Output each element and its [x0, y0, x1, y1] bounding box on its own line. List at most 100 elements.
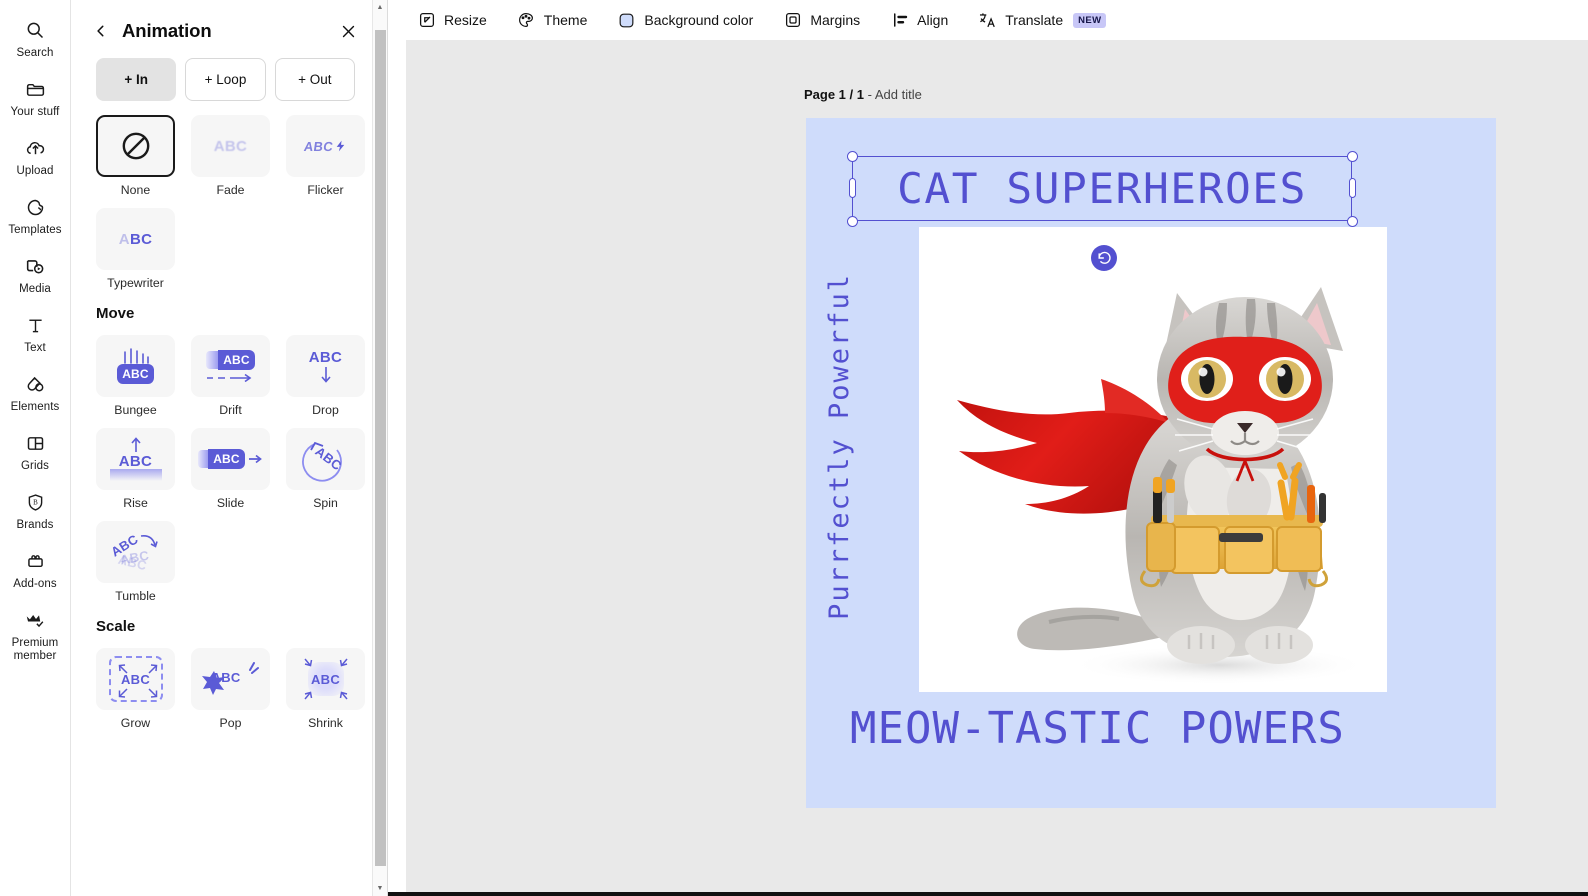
toolbar-resize-button[interactable]: Resize [413, 7, 491, 34]
image-element[interactable] [919, 227, 1387, 692]
animation-option-pop[interactable]: ABC Pop [191, 648, 270, 730]
resize-handle-top-right[interactable] [1346, 150, 1358, 162]
resize-handle-bottom-right[interactable] [1346, 215, 1358, 227]
animation-option-label: Slide [216, 496, 245, 510]
selection-box [852, 156, 1352, 221]
sidebar-item-your-stuff[interactable]: Your stuff [1, 67, 69, 126]
animation-option-label: Rise [123, 496, 148, 510]
animation-option-spin[interactable]: ABC Spin [286, 428, 365, 510]
animation-option-flicker[interactable]: ABC Flicker [286, 115, 365, 197]
animation-option-fade[interactable]: ABC Fade [191, 115, 270, 197]
animation-option-tumble[interactable]: ABC ABC ABC Tumble [96, 521, 175, 603]
align-icon [890, 11, 909, 30]
chevron-left-icon[interactable] [93, 23, 109, 39]
canvas-stage[interactable]: Page 1 / 1 - Add title CAT SUPERHEROES P… [406, 40, 1588, 892]
toolbar-label: Theme [543, 12, 588, 28]
sidebar-item-upload[interactable]: Upload [1, 126, 69, 185]
sidebar-item-search[interactable]: Search [1, 8, 69, 67]
tab-in[interactable]: + In [96, 58, 177, 101]
animation-option-shrink[interactable]: ABC Shrink [286, 648, 365, 730]
animation-option-rise[interactable]: ABC Rise [96, 428, 175, 510]
sidebar-item-grids[interactable]: Grids [1, 421, 69, 480]
animation-type-tabs: + In + Loop + Out [71, 52, 377, 101]
toolbar-translate-button[interactable]: Translate NEW [974, 7, 1110, 34]
animation-option-none[interactable]: None [96, 115, 175, 197]
sidebar-item-templates[interactable]: Templates [1, 185, 69, 244]
templates-icon [22, 194, 48, 220]
tab-out-label: + Out [298, 72, 332, 87]
sidebar-item-media[interactable]: Media [1, 244, 69, 303]
translate-icon [978, 11, 997, 30]
page-title-placeholder[interactable]: - Add title [868, 87, 922, 102]
animation-preview: ABC [191, 428, 270, 490]
sidebar-label: Text [24, 342, 46, 354]
toolbar-margins-button[interactable]: Margins [779, 7, 864, 34]
animation-option-grow[interactable]: ABC Grow [96, 648, 175, 730]
animation-preview: ABC [191, 648, 270, 710]
media-icon [22, 253, 48, 279]
toolbar-theme-button[interactable]: Theme [513, 7, 592, 34]
resize-handle-right[interactable] [1348, 178, 1356, 198]
resize-icon [417, 11, 436, 30]
scroll-down-arrow-icon[interactable]: ▼ [373, 881, 387, 896]
toolbar-background-color-button[interactable]: Background color [613, 7, 757, 34]
left-rail: Search Your stuff Upload Templates Media [0, 0, 71, 896]
animation-grid-move: ABC Bungee ABC Drift ABC Drop ABC Rise A… [71, 329, 377, 603]
editor-root: Search Your stuff Upload Templates Media [0, 0, 1588, 896]
page-label[interactable]: Page 1 / 1 - Add title [804, 87, 922, 102]
page-number: Page 1 / 1 [804, 87, 864, 102]
animation-preview: ABC [96, 648, 175, 710]
resize-handle-top-left[interactable] [846, 150, 858, 162]
animation-option-label: Grow [120, 716, 151, 730]
animation-preview: ABC [96, 208, 175, 270]
tab-out[interactable]: + Out [274, 58, 355, 101]
sidebar-label: Premium member [11, 637, 59, 662]
sidebar-label: Search [16, 47, 54, 59]
animation-panel: Animation + In + Loop + Out None ABC Fad… [71, 0, 388, 896]
sidebar-item-elements[interactable]: Elements [1, 362, 69, 421]
toolbar-align-button[interactable]: Align [886, 7, 952, 34]
resize-handle-left[interactable] [848, 178, 856, 198]
text-icon [22, 312, 48, 338]
main-area: Resize Theme Background color Margins Al… [388, 0, 1588, 896]
animation-preview: ABC [191, 335, 270, 397]
animation-grid-basic: None ABC Fade ABC Flicker A BC Typewrite… [71, 101, 377, 290]
toolbar-label: Margins [810, 12, 861, 28]
palette-icon [517, 11, 536, 30]
animation-option-bungee[interactable]: ABC Bungee [96, 335, 175, 417]
resize-handle-bottom-left[interactable] [846, 215, 858, 227]
rotate-left-icon[interactable] [1091, 245, 1117, 271]
upload-cloud-icon [22, 135, 48, 161]
sidebar-item-text[interactable]: Text [1, 303, 69, 362]
animation-option-label: Pop [219, 716, 242, 730]
sidebar-item-add-ons[interactable]: Add-ons [1, 539, 69, 598]
scrollbar-thumb[interactable] [375, 30, 386, 866]
panel-scrollbar[interactable]: ▲ ▼ [372, 0, 387, 896]
sidebar-label: Your stuff [10, 106, 60, 118]
vertical-text-element[interactable]: Purrfectly Powerful [824, 273, 855, 620]
animation-preview: ABC [191, 115, 270, 177]
sidebar-label: Templates [8, 224, 62, 236]
bottom-bar [388, 892, 1588, 896]
animation-option-slide[interactable]: ABC Slide [191, 428, 270, 510]
tab-loop[interactable]: + Loop [185, 58, 266, 101]
toolbar-label: Resize [444, 12, 487, 28]
sidebar-label: Media [19, 283, 51, 295]
sidebar-item-premium-member[interactable]: Premium member [1, 598, 69, 670]
subtitle-text-element[interactable]: MEOW-TASTIC POWERS [850, 703, 1460, 754]
close-icon[interactable] [339, 22, 357, 40]
scroll-up-arrow-icon[interactable]: ▲ [373, 0, 387, 15]
sidebar-label: Grids [21, 460, 49, 472]
tab-loop-label: + Loop [204, 72, 247, 87]
title-text-element[interactable]: CAT SUPERHEROES [846, 150, 1358, 227]
design-canvas[interactable]: CAT SUPERHEROES Purrfectly Powerful MEOW… [806, 118, 1496, 808]
animation-option-typewriter[interactable]: A BC Typewriter [96, 208, 175, 290]
animation-panel-scroll-area: Animation + In + Loop + Out None ABC Fad… [71, 0, 377, 896]
toolbar-label: Align [917, 12, 949, 28]
animation-grid-scale: ABC Grow ABC Pop ABC Shrink [71, 642, 377, 730]
sidebar-item-brands[interactable]: B Brands [1, 480, 69, 539]
animation-option-drift[interactable]: ABC Drift [191, 335, 270, 417]
animation-option-drop[interactable]: ABC Drop [286, 335, 365, 417]
animation-option-label: Bungee [114, 403, 157, 417]
animation-option-label: Flicker [307, 183, 344, 197]
